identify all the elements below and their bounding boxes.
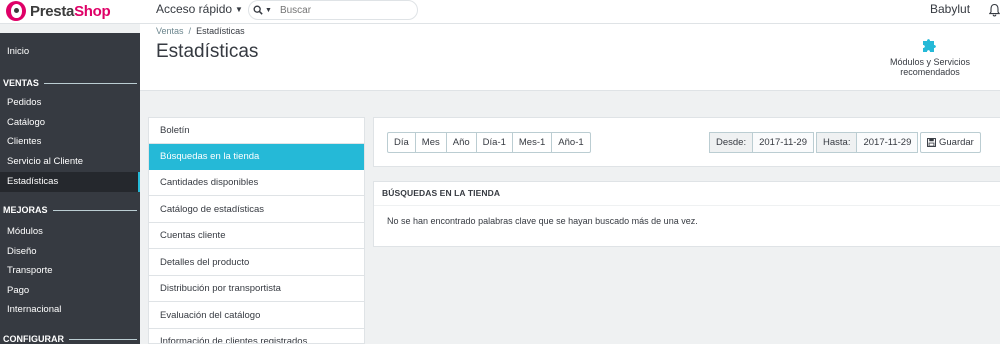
page-title: Estadísticas xyxy=(156,41,259,62)
sidebar-item-transporte[interactable]: Transporte xyxy=(0,261,140,281)
recommended-modules-button[interactable]: Módulos y Servicios recomendados xyxy=(860,36,1000,77)
page-toolbar: Ventas / Estadísticas Estadísticas Módul… xyxy=(140,24,1000,91)
sidebar-item-estadisticas[interactable]: Estadísticas xyxy=(0,172,140,192)
stats-item[interactable]: Evaluación del catálogo xyxy=(149,303,364,329)
search-input[interactable] xyxy=(279,4,400,16)
date-range-panel: Día Mes Año Día-1 Mes-1 Año-1 Desde: 201… xyxy=(373,117,1000,167)
quick-access-label: Acceso rápido xyxy=(156,2,233,16)
search-caret-icon[interactable]: ▼ xyxy=(265,7,272,14)
empty-results-message: No se han encontrado palabras clave que … xyxy=(387,216,698,226)
search-results-panel: BÚSQUEDAS EN LA TIENDA No se han encontr… xyxy=(373,181,1000,247)
stats-module-list: Boletín Búsquedas en la tienda Cantidade… xyxy=(148,117,365,344)
breadcrumb-ventas[interactable]: Ventas xyxy=(156,26,184,36)
sidebar-item-pago[interactable]: Pago xyxy=(0,281,140,301)
section-title: MEJORAS xyxy=(3,205,48,215)
top-header: PrestaShop Acceso rápido ▼ ▼ Babylut xyxy=(0,0,1000,24)
search-icon[interactable] xyxy=(253,5,263,15)
period-button-group: Día Mes Año Día-1 Mes-1 Año-1 xyxy=(387,132,591,153)
section-title: CONFIGURAR xyxy=(3,334,64,344)
stats-item[interactable]: Distribución por transportista xyxy=(149,276,364,302)
puzzle-icon xyxy=(923,39,936,52)
section-title: VENTAS xyxy=(3,78,39,88)
date-from-label: Desde: xyxy=(709,132,753,153)
sidebar-nav: Inicio VENTAS Pedidos Catálogo Clientes … xyxy=(0,33,140,344)
date-to-label: Hasta: xyxy=(816,132,857,153)
stats-item[interactable]: Cantidades disponibles xyxy=(149,170,364,196)
stats-item[interactable]: Boletín xyxy=(149,118,364,144)
section-divider xyxy=(52,209,137,211)
sidebar-item-inicio[interactable]: Inicio xyxy=(0,42,140,62)
breadcrumb: Ventas / Estadísticas xyxy=(156,26,245,36)
date-from-group: Desde: 2017-11-29 xyxy=(709,132,814,153)
sidebar-item-catalogo[interactable]: Catálogo xyxy=(0,113,140,133)
period-prev-year-button[interactable]: Año-1 xyxy=(552,132,591,153)
sidebar-item-pedidos[interactable]: Pedidos xyxy=(0,93,140,113)
employee-name[interactable]: Babylut xyxy=(930,2,970,16)
sidebar-section-ventas: VENTAS xyxy=(0,76,140,90)
puffin-logo-icon xyxy=(6,1,26,21)
stats-item-active[interactable]: Búsquedas en la tienda xyxy=(149,144,364,170)
sidebar-item-modulos[interactable]: Módulos xyxy=(0,222,140,242)
period-prev-day-button[interactable]: Día-1 xyxy=(476,132,513,153)
quick-access-dropdown[interactable]: Acceso rápido ▼ xyxy=(156,1,243,17)
section-divider xyxy=(69,338,137,340)
section-divider xyxy=(43,82,137,84)
date-to-group: Hasta: 2017-11-29 xyxy=(816,132,919,153)
sidebar-item-clientes[interactable]: Clientes xyxy=(0,132,140,152)
panel-heading: BÚSQUEDAS EN LA TIENDA xyxy=(374,182,1000,206)
sidebar-item-internacional[interactable]: Internacional xyxy=(0,300,140,320)
logo-text-shop: Shop xyxy=(74,2,111,20)
period-prev-month-button[interactable]: Mes-1 xyxy=(512,132,553,153)
stats-item[interactable]: Cuentas cliente xyxy=(149,223,364,249)
caret-down-icon: ▼ xyxy=(235,4,243,14)
date-from-input[interactable]: 2017-11-29 xyxy=(752,132,814,153)
recommended-modules-label: Módulos y Servicios recomendados xyxy=(889,57,971,77)
prestashop-logo[interactable]: PrestaShop xyxy=(6,1,111,21)
date-to-input[interactable]: 2017-11-29 xyxy=(856,132,919,153)
period-year-button[interactable]: Año xyxy=(446,132,477,153)
logo-text: PrestaShop xyxy=(30,2,111,20)
stats-item[interactable]: Detalles del producto xyxy=(149,250,364,276)
sidebar-item-diseno[interactable]: Diseño xyxy=(0,242,140,262)
sidebar-section-configurar: CONFIGURAR xyxy=(0,332,140,344)
sidebar-section-mejoras: MEJORAS xyxy=(0,203,140,217)
period-day-button[interactable]: Día xyxy=(387,132,416,153)
save-button[interactable]: Guardar xyxy=(920,132,981,153)
breadcrumb-separator: / xyxy=(186,26,194,36)
save-label: Guardar xyxy=(939,137,974,148)
bell-icon[interactable] xyxy=(989,3,1000,17)
stats-item[interactable]: Catálogo de estadísticas xyxy=(149,197,364,223)
breadcrumb-current: Estadísticas xyxy=(196,26,245,36)
floppy-disk-icon xyxy=(927,138,936,147)
sidebar-item-servicio-cliente[interactable]: Servicio al Cliente xyxy=(0,152,140,172)
stats-item[interactable]: Información de clientes registrados xyxy=(149,329,364,343)
period-month-button[interactable]: Mes xyxy=(415,132,447,153)
search-box[interactable]: ▼ xyxy=(248,0,418,20)
logo-text-presta: Presta xyxy=(30,2,75,20)
